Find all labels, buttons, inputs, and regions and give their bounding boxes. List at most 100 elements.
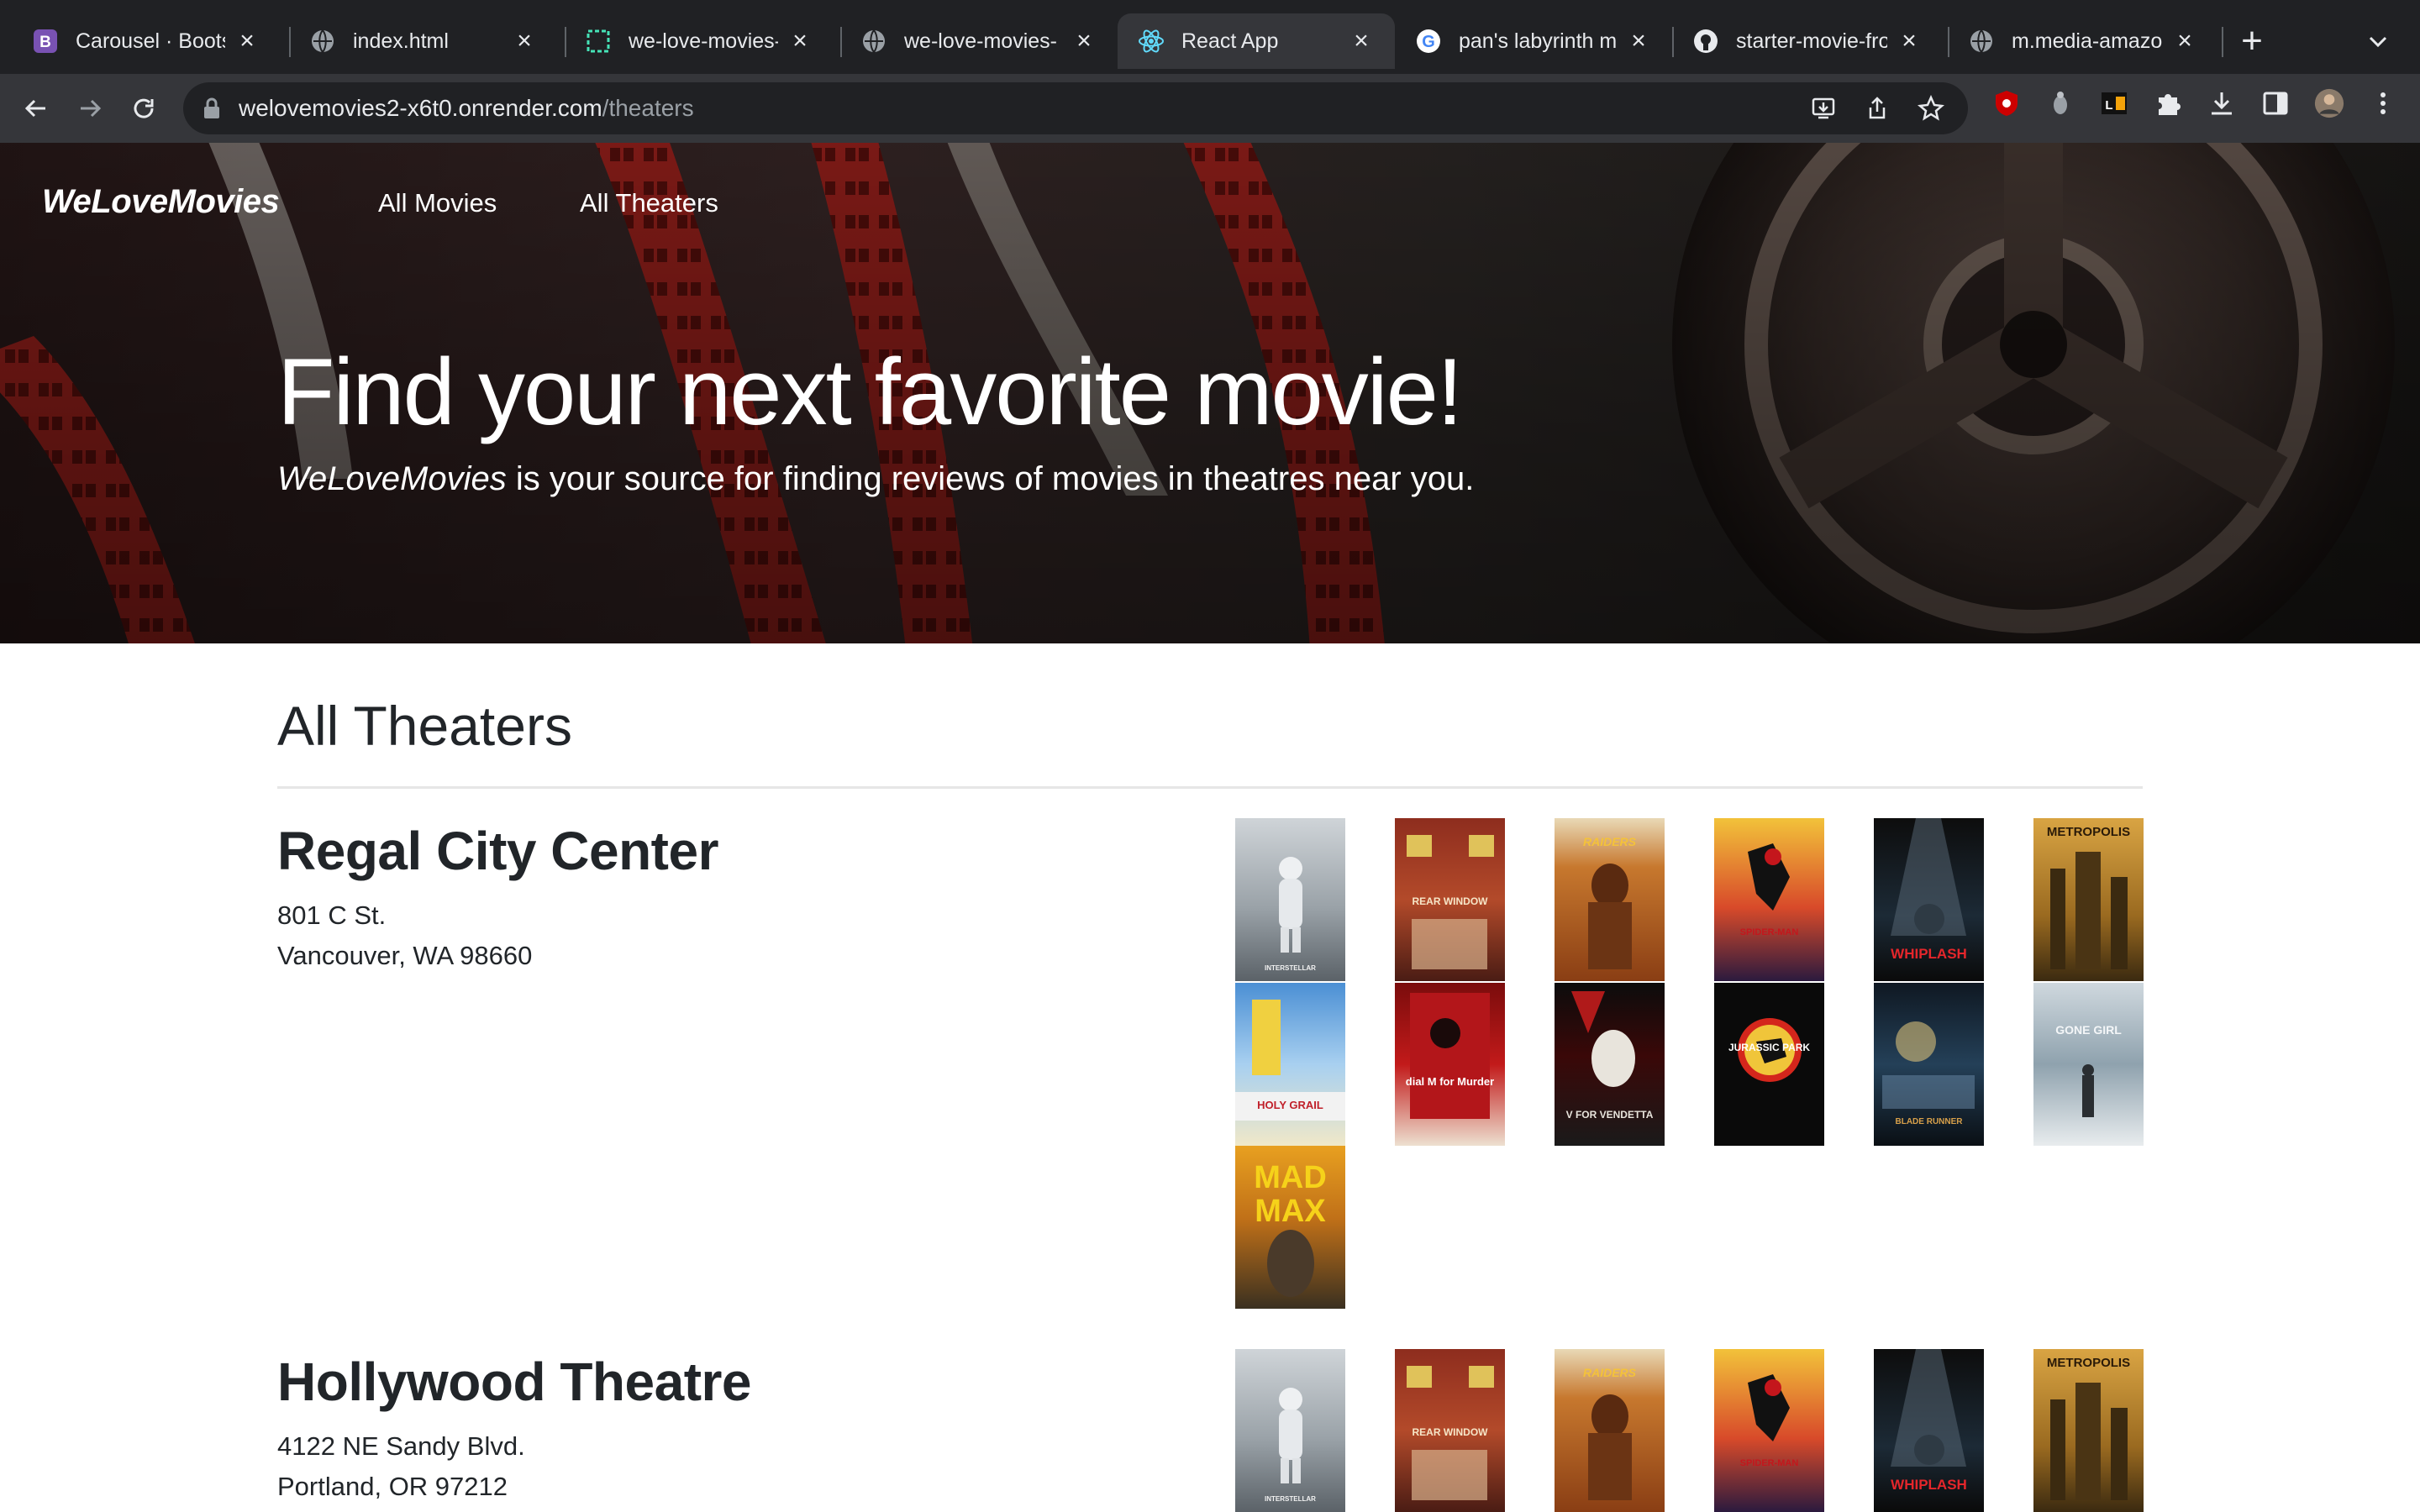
lock-icon[interactable] <box>202 97 222 120</box>
hero-subtitle-brand: WeLoveMovies <box>277 460 507 497</box>
close-icon[interactable]: × <box>511 28 538 55</box>
movie-poster-metropolis[interactable]: METROPOLIS <box>2033 818 2144 981</box>
browser-tab[interactable]: starter-movie-fro × <box>1672 13 1943 69</box>
close-icon[interactable]: × <box>2171 28 2198 55</box>
title-divider <box>277 786 2143 789</box>
tab-label: starter-movie-fro <box>1736 29 1887 53</box>
svg-text:G: G <box>1422 33 1435 51</box>
back-arrow-icon[interactable] <box>15 87 57 129</box>
browser-tab[interactable]: G pan's labyrinth m × <box>1395 13 1672 69</box>
tab-label: we-love-movies- <box>629 29 778 53</box>
poster-title: SPIDER-MAN <box>1739 927 1799 937</box>
address-bar[interactable]: welovemovies2-x6t0.onrender.com/theaters <box>183 82 1968 134</box>
poster-title: GONE GIRL <box>2055 1023 2122 1037</box>
close-icon[interactable]: × <box>786 28 813 55</box>
movie-poster-rear-window[interactable]: REAR WINDOW <box>1395 1349 1505 1512</box>
hero-banner: WeLoveMovies All Movies All Theaters Fin… <box>0 143 2420 643</box>
ublock-extension-icon[interactable] <box>1991 88 2022 118</box>
browser-tab[interactable]: we-love-movies- × <box>840 13 1118 69</box>
close-icon[interactable]: × <box>1625 28 1652 55</box>
poster-title: MAD MAX <box>1254 1160 1327 1229</box>
google-icon: G <box>1415 28 1442 55</box>
bookmark-star-icon[interactable] <box>1918 94 1944 122</box>
movie-poster-raiders[interactable]: RAIDERS <box>1555 818 1665 981</box>
poster-title: dial M for Murder <box>1405 1075 1495 1088</box>
movie-poster-holy-grail[interactable]: HOLY GRAIL <box>1235 983 1345 1146</box>
poster-title: WHIPLASH <box>1891 946 1967 962</box>
site-brand-logo[interactable]: WeLoveMovies <box>42 183 280 221</box>
close-icon[interactable]: × <box>1896 28 1923 55</box>
movie-poster-metropolis[interactable]: METROPOLIS <box>2033 1349 2144 1512</box>
theater-address-line2: Vancouver, WA 98660 <box>277 941 533 970</box>
bootstrap-icon: B <box>32 28 59 55</box>
hero-subtitle-text: is your source for finding reviews of mo… <box>506 460 1475 497</box>
poster-title: REAR WINDOW <box>1412 1426 1488 1438</box>
movie-poster-spiderverse[interactable]: SPIDER-MAN <box>1714 818 1824 981</box>
lh-extension-icon[interactable]: L <box>2099 88 2129 118</box>
tab-label: Carousel · Bootst <box>76 29 225 53</box>
side-panel-icon[interactable] <box>2260 88 2291 118</box>
extension-icon[interactable] <box>2045 88 2075 118</box>
tab-label: m.media-amazon <box>2012 29 2163 53</box>
poster-title: INTERSTELLAR <box>1265 964 1316 972</box>
render-icon <box>585 28 612 55</box>
poster-title: RAIDERS <box>1582 1366 1636 1379</box>
theater-address-line1: 4122 NE Sandy Blvd. <box>277 1431 525 1461</box>
tab-search-chevron-icon[interactable] <box>2361 25 2395 59</box>
close-icon[interactable]: × <box>234 28 260 55</box>
forward-arrow-icon[interactable] <box>69 87 111 129</box>
url-host: welovemovies2-x6t0.onrender.com <box>239 95 602 121</box>
download-icon[interactable] <box>2207 88 2237 118</box>
globe-icon <box>860 28 887 55</box>
browser-tab[interactable]: index.html × <box>289 13 558 69</box>
movie-poster-blade-runner[interactable]: BLADE RUNNER <box>1874 983 1984 1146</box>
new-tab-plus-icon[interactable]: + <box>2232 22 2272 62</box>
movie-poster-interstellar[interactable]: INTERSTELLAR <box>1235 1349 1345 1512</box>
reload-icon[interactable] <box>123 87 165 129</box>
movie-poster-rear-window[interactable]: REAR WINDOW <box>1395 818 1505 981</box>
movie-poster-vendetta[interactable]: V FOR VENDETTA <box>1555 983 1665 1146</box>
svg-text:B: B <box>39 34 51 51</box>
poster-title: INTERSTELLAR <box>1265 1495 1316 1503</box>
poster-title: WHIPLASH <box>1891 1477 1967 1493</box>
browser-tab-strip: B Carousel · Bootst × index.html × we-lo… <box>0 0 2420 74</box>
close-icon[interactable]: × <box>1348 28 1375 55</box>
movie-poster-jurassic-park[interactable]: JURASSIC PARK <box>1714 983 1824 1146</box>
page-title: All Theaters <box>277 695 572 757</box>
poster-title: RAIDERS <box>1582 835 1636 848</box>
poster-title: METROPOLIS <box>2046 1356 2131 1370</box>
movie-poster-dial-m[interactable]: dial M for Murder <box>1395 983 1505 1146</box>
browser-tab-active[interactable]: React App × <box>1118 13 1395 69</box>
more-menu-icon[interactable] <box>2368 88 2398 118</box>
theater-address-line1: 801 C St. <box>277 900 387 930</box>
globe-icon <box>1968 28 1995 55</box>
hero-title: Find your next favorite movie! <box>277 339 1463 444</box>
theater-name: Regal City Center <box>277 821 718 881</box>
nav-link-all-movies[interactable]: All Movies <box>378 188 497 218</box>
movie-poster-whiplash[interactable]: WHIPLASH <box>1874 818 1984 981</box>
theater-address-line2: Portland, OR 97212 <box>277 1472 508 1501</box>
tab-label: React App <box>1181 29 1279 53</box>
close-icon[interactable]: × <box>1071 28 1097 55</box>
browser-tab[interactable]: m.media-amazon × <box>1948 13 2218 69</box>
movie-poster-raiders[interactable]: RAIDERS <box>1555 1349 1665 1512</box>
puzzle-extensions-icon[interactable] <box>2153 88 2183 118</box>
poster-title: METROPOLIS <box>2046 825 2131 839</box>
poster-title: REAR WINDOW <box>1412 895 1488 907</box>
browser-tab[interactable]: B Carousel · Bootst × <box>12 13 281 69</box>
url-text[interactable]: welovemovies2-x6t0.onrender.com/theaters <box>239 82 694 134</box>
install-app-icon[interactable] <box>1810 95 1837 122</box>
browser-tab[interactable]: we-love-movies- × <box>565 13 834 69</box>
poster-title: SPIDER-MAN <box>1739 1458 1799 1468</box>
movie-poster-whiplash[interactable]: WHIPLASH <box>1874 1349 1984 1512</box>
profile-avatar[interactable] <box>2314 88 2344 118</box>
theater-name: Hollywood Theatre <box>277 1352 752 1412</box>
svg-text:L: L <box>2105 98 2112 113</box>
movie-poster-spiderverse[interactable]: SPIDER-MAN <box>1714 1349 1824 1512</box>
movie-poster-interstellar[interactable]: INTERSTELLAR <box>1235 818 1345 981</box>
poster-title: HOLY GRAIL <box>1257 1099 1323 1111</box>
share-icon[interactable] <box>1864 95 1891 122</box>
movie-poster-mad-max[interactable]: MAD MAX <box>1235 1146 1345 1309</box>
movie-poster-gone-girl[interactable]: GONE GIRL <box>2033 983 2144 1146</box>
nav-link-all-theaters[interactable]: All Theaters <box>580 188 718 218</box>
